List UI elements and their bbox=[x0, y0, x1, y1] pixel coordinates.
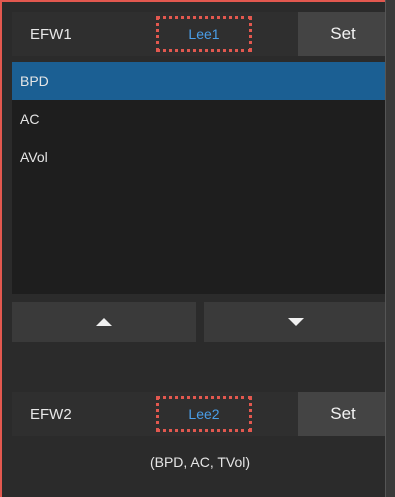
triangle-down-icon bbox=[288, 318, 304, 326]
efw1-formula[interactable]: Lee1 bbox=[156, 16, 252, 52]
efw2-set-button[interactable]: Set bbox=[298, 392, 388, 436]
efw1-row: EFW1 Lee1 Set bbox=[12, 12, 388, 56]
triangle-up-icon bbox=[96, 318, 112, 326]
efw2-parameters: (BPD, AC, TVol) bbox=[149, 454, 251, 470]
right-edge bbox=[385, 0, 395, 497]
efw-settings-panel: EFW1 Lee1 Set BPD AC AVol EFW2 Lee2 Set … bbox=[0, 0, 395, 497]
efw2-label: EFW2 bbox=[30, 405, 72, 423]
efw1-label: EFW1 bbox=[30, 25, 72, 43]
list-item-ac[interactable]: AC bbox=[12, 100, 388, 138]
list-item-avol[interactable]: AVol bbox=[12, 138, 388, 176]
parameter-list: BPD AC AVol bbox=[12, 62, 388, 294]
efw1-set-button[interactable]: Set bbox=[298, 12, 388, 56]
efw2-row: EFW2 Lee2 Set bbox=[12, 392, 388, 436]
move-down-button[interactable] bbox=[204, 302, 388, 342]
list-item-bpd[interactable]: BPD bbox=[12, 62, 388, 100]
move-up-button[interactable] bbox=[12, 302, 196, 342]
efw2-formula[interactable]: Lee2 bbox=[156, 396, 252, 432]
